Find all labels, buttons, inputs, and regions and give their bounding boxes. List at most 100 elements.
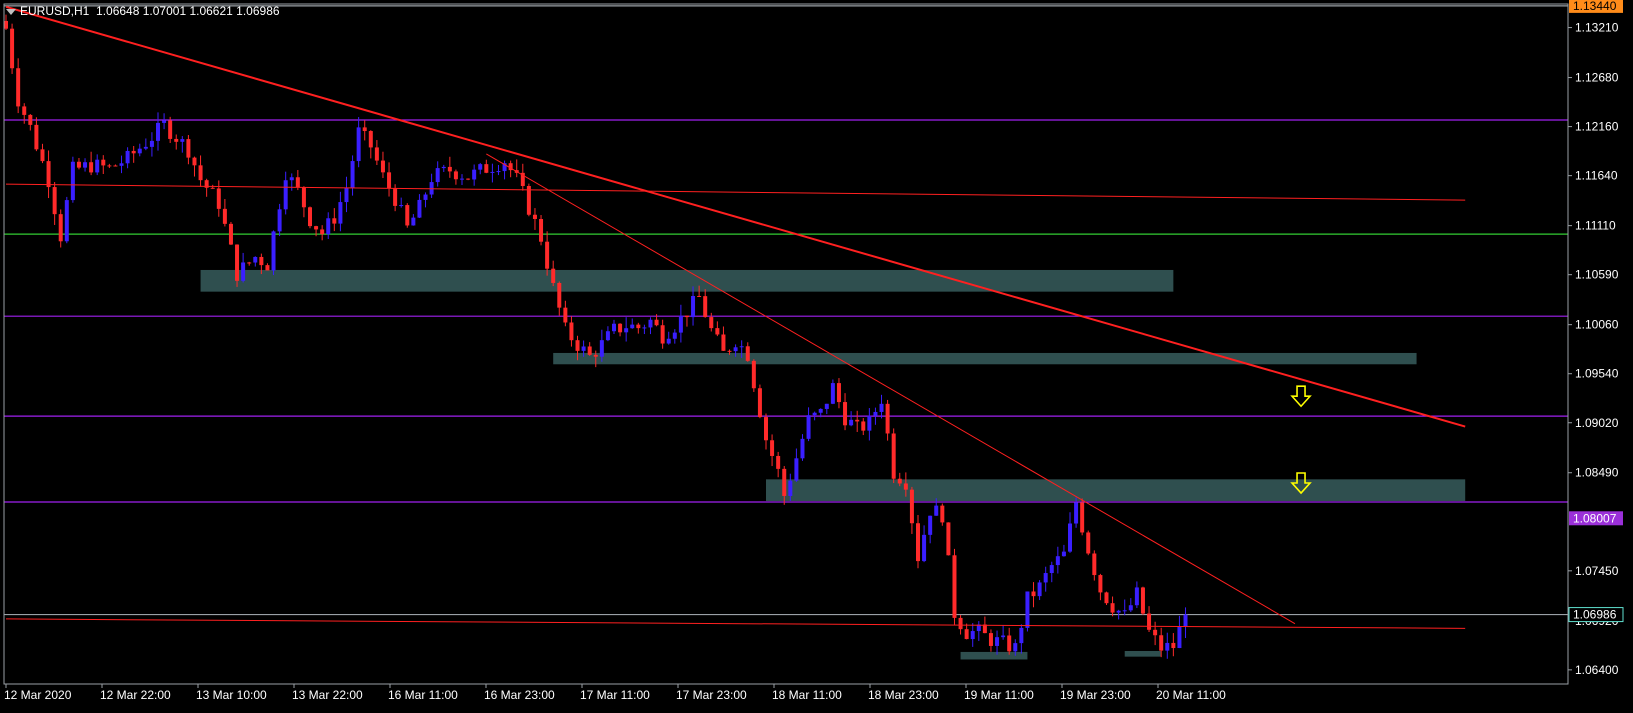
bear-candle	[855, 419, 860, 422]
time-tick-label: 19 Mar 11:00	[964, 688, 1034, 702]
bear-candle	[539, 219, 544, 242]
bear-candle	[575, 340, 580, 351]
bear-candle	[660, 325, 665, 344]
support-resistance-zone	[766, 479, 1466, 502]
bear-candle	[16, 68, 21, 107]
price-label-text: 1.08007	[1573, 511, 1617, 525]
bull-candle	[1043, 573, 1048, 583]
price-tick-label: 1.10060	[1575, 318, 1619, 332]
bear-candle	[380, 160, 385, 173]
bear-candle	[405, 205, 410, 226]
price-tick-label: 1.09020	[1575, 416, 1619, 430]
price-tick-label: 1.07450	[1575, 564, 1619, 578]
bear-candle	[1153, 629, 1158, 636]
bull-candle	[289, 177, 294, 181]
bull-candle	[678, 315, 683, 333]
bear-candle	[569, 322, 574, 341]
bear-candle	[1007, 635, 1012, 652]
bear-candle	[301, 187, 306, 208]
bull-candle	[478, 164, 483, 170]
bull-candle	[119, 163, 124, 166]
bear-candle	[22, 106, 27, 115]
bear-candle	[1086, 532, 1091, 554]
bear-candle	[891, 433, 896, 479]
price-chart[interactable]: 1.13210 1.12680 1.12160 1.11640 1.11110 1.105…	[0, 0, 1633, 708]
bear-candle	[259, 256, 264, 266]
bear-candle	[861, 421, 866, 431]
bear-candle	[587, 346, 592, 355]
bear-candle	[1110, 603, 1115, 613]
bear-candle	[593, 354, 598, 357]
bull-candle	[812, 412, 817, 416]
bull-candle	[283, 180, 288, 210]
bull-candle	[605, 331, 610, 341]
bear-candle	[988, 633, 993, 646]
bear-candle	[532, 214, 537, 220]
bear-candle	[782, 468, 787, 496]
bull-candle	[788, 480, 793, 496]
bear-candle	[362, 127, 367, 132]
bull-candle	[1116, 610, 1121, 613]
bear-candle	[368, 131, 373, 148]
bear-candle	[1031, 591, 1036, 597]
price-tick-label: 1.11110	[1575, 219, 1616, 233]
bear-candle	[958, 617, 963, 630]
bull-candle	[417, 199, 422, 218]
bull-candle	[1177, 626, 1182, 649]
bear-candle	[247, 262, 252, 264]
price-tick-label: 1.09540	[1575, 367, 1619, 381]
bear-candle	[843, 402, 848, 426]
bear-candle	[551, 268, 556, 283]
bull-candle	[873, 411, 878, 416]
bear-candle	[952, 555, 957, 618]
bear-candle	[909, 489, 914, 524]
bear-candle	[216, 188, 221, 209]
bull-candle	[666, 338, 671, 344]
collapse-triangle-icon[interactable]	[6, 8, 16, 15]
bull-candle	[733, 347, 738, 352]
bear-candle	[618, 323, 623, 333]
support-resistance-zone	[200, 269, 1174, 292]
bear-candle	[776, 455, 781, 469]
price-label-text: 1.06986	[1573, 608, 1617, 622]
bear-candle	[40, 149, 45, 162]
bull-candle	[1037, 582, 1042, 597]
bear-candle	[228, 223, 233, 245]
bull-candle	[928, 515, 933, 535]
bull-candle	[472, 169, 477, 180]
bull-candle	[1013, 643, 1018, 652]
bear-candle	[636, 324, 641, 329]
bear-candle	[916, 523, 920, 562]
bull-candle	[879, 403, 884, 412]
bear-candle	[393, 188, 398, 206]
bear-candle	[1171, 642, 1176, 649]
bull-candle	[867, 415, 872, 431]
bull-candle	[356, 127, 361, 162]
bull-candle	[739, 346, 744, 348]
bear-candle	[757, 388, 762, 418]
bull-candle	[1001, 635, 1006, 638]
bear-candle	[58, 214, 63, 242]
time-tick-label: 12 Mar 22:00	[100, 688, 171, 702]
bear-candle	[1098, 575, 1103, 593]
bear-candle	[770, 440, 775, 456]
bear-candle	[721, 334, 726, 351]
bull-candle	[156, 122, 160, 141]
bull-candle	[326, 218, 331, 235]
bull-candle	[794, 458, 799, 481]
price-tick-label: 1.06400	[1575, 663, 1619, 677]
bear-candle	[709, 317, 714, 329]
bull-candle	[1165, 642, 1170, 651]
bear-candle	[168, 120, 173, 139]
bear-candle	[198, 165, 203, 181]
bull-candle	[95, 159, 100, 173]
bear-candle	[885, 403, 890, 434]
bull-candle	[1055, 556, 1060, 566]
chart-window[interactable]: 1.13210 1.12680 1.12160 1.11640 1.11110 1.105…	[0, 0, 1633, 708]
bull-candle	[1074, 502, 1079, 524]
price-tick-label: 1.12160	[1575, 120, 1619, 134]
bull-candle	[830, 383, 835, 404]
bull-candle	[490, 171, 495, 173]
bull-candle	[672, 332, 677, 339]
bull-candle	[277, 209, 282, 232]
